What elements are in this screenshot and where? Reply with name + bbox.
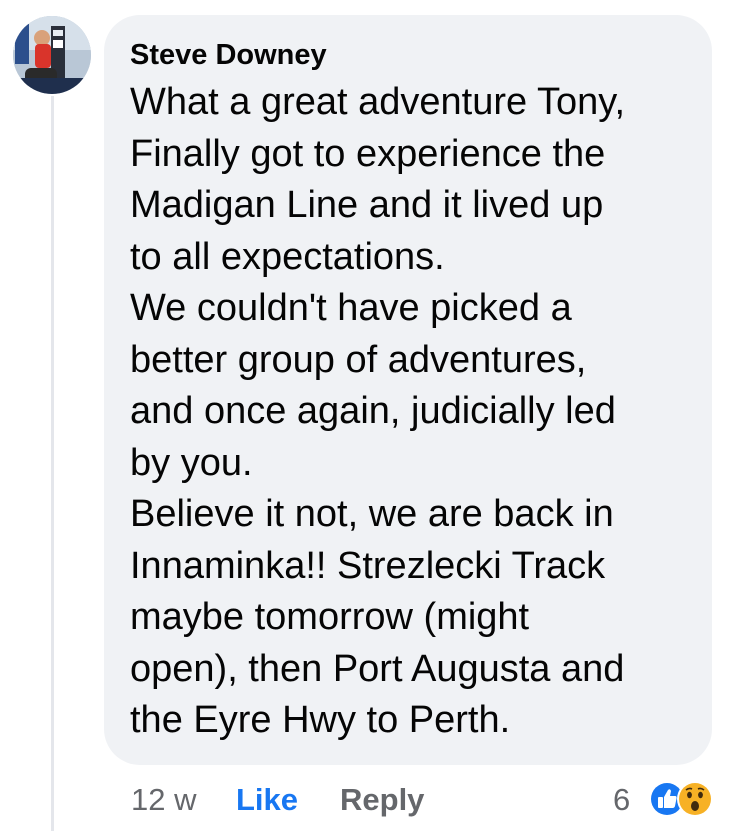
comment-text: What a great adventure Tony, Finally got… <box>130 77 686 747</box>
comment-text-line: Madigan Line and it lived up <box>130 184 604 226</box>
comment-actions: 12 w Like Reply 6 <box>0 778 739 824</box>
thread-line <box>51 96 54 831</box>
avatar[interactable] <box>13 16 91 94</box>
comment-text-line: to all expectations. <box>130 235 445 278</box>
reaction-summary[interactable] <box>648 780 720 820</box>
comment-text-line: by you. <box>130 441 253 484</box>
comment-text-line: better group of adventures, <box>130 338 587 381</box>
reply-button[interactable]: Reply <box>340 778 424 822</box>
comment-text-line: open), then Port Augusta and <box>130 647 625 690</box>
comment-text-line: What a great adventure Tony, <box>130 81 626 123</box>
comment-text-line: Finally got to experience the <box>130 132 606 175</box>
avatar-photo <box>13 16 91 94</box>
wow-icon <box>677 781 713 817</box>
comment-text-line: Believe it not, we are back in <box>130 493 614 535</box>
comment-text-line: the Eyre Hwy to Perth. <box>130 699 511 741</box>
comment-text-line: Innaminka!! Strezlecki Track <box>130 544 606 587</box>
like-button[interactable]: Like <box>236 778 298 822</box>
comment-timestamp[interactable]: 12 w <box>131 778 196 822</box>
comment-text-line: We couldn't have picked a <box>130 287 572 329</box>
comment-text-line: and once again, judicially led <box>130 390 616 432</box>
comment-bubble: Steve Downey What a great adventure Tony… <box>104 15 712 765</box>
comment-text-line: maybe tomorrow (might <box>130 596 530 638</box>
reaction-count[interactable]: 6 <box>613 778 630 822</box>
comment-author[interactable]: Steve Downey <box>130 35 686 75</box>
